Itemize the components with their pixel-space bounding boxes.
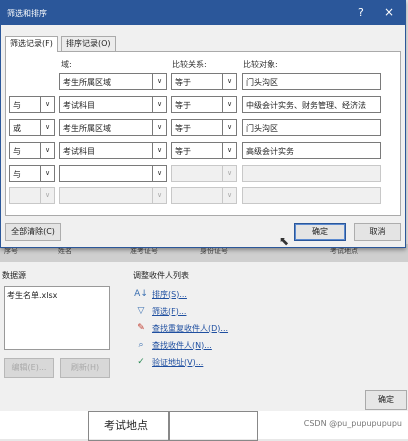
conjunction-combo[interactable]: 或 ∨	[9, 119, 55, 136]
cancel-button[interactable]: 取消	[354, 223, 401, 241]
adjust-list-label: 调整收件人列表	[133, 271, 189, 280]
field-combo[interactable]: 考试科目 ∨	[59, 96, 167, 113]
duplicate-icon: ✎	[137, 323, 145, 333]
conjunction-combo[interactable]: 与 ∨	[9, 142, 55, 159]
compare-to-input	[242, 165, 381, 182]
comparison-header: 比较关系:	[172, 60, 207, 69]
help-icon[interactable]: ?	[358, 6, 364, 19]
mouse-cursor-icon: ⬉	[279, 234, 290, 248]
conjunction-combo[interactable]: 与 ∨	[9, 96, 55, 113]
data-source-list[interactable]: 考生名单.xlsx	[4, 286, 110, 350]
chevron-down-icon: ∨	[222, 166, 236, 181]
chevron-down-icon[interactable]: ∨	[40, 120, 54, 135]
ok-button[interactable]: 确定	[294, 223, 346, 241]
chevron-down-icon[interactable]: ∨	[152, 120, 166, 135]
chevron-down-icon[interactable]: ∨	[40, 143, 54, 158]
conjunction-combo: ∨	[9, 187, 55, 204]
comparison-combo: ∨	[171, 165, 237, 182]
comparison-combo[interactable]: 等于 ∨	[171, 142, 237, 159]
comparison-combo[interactable]: 等于 ∨	[171, 73, 237, 90]
chevron-down-icon: ∨	[152, 188, 166, 203]
conjunction-combo[interactable]: 与 ∨	[9, 165, 55, 182]
data-source-item[interactable]: 考生名单.xlsx	[5, 287, 109, 304]
chevron-down-icon: ∨	[222, 188, 236, 203]
field-combo[interactable]: 考试科目 ∨	[59, 142, 167, 159]
find-duplicates-link[interactable]: ✎ 查找重复收件人(D)...	[135, 321, 228, 335]
compare-to-input	[242, 187, 381, 204]
compare-to-input[interactable]: 门头沟区	[242, 73, 381, 90]
find-recipient-link[interactable]: ⌕ 查找收件人(N)...	[135, 338, 211, 352]
compare-to-header: 比较对象:	[243, 60, 278, 69]
field-combo: ∨	[59, 187, 167, 204]
filter-link[interactable]: ▽ 筛选(F)...	[135, 304, 187, 318]
chevron-down-icon[interactable]: ∨	[222, 143, 236, 158]
back-ok-button[interactable]: 确定	[365, 390, 407, 410]
compare-to-input[interactable]: 高级会计实务	[242, 142, 381, 159]
field-header: 域:	[61, 60, 72, 69]
title-bar: 筛选和排序 ? ×	[1, 1, 405, 25]
data-source-label: 数据源	[2, 271, 26, 280]
chevron-down-icon[interactable]: ∨	[152, 166, 166, 181]
refresh-button[interactable]: 刷新(H)	[60, 358, 110, 378]
tab-filter-records[interactable]: 筛选记录(F)	[5, 36, 58, 52]
chevron-down-icon[interactable]: ∨	[152, 143, 166, 158]
tab-sort-records[interactable]: 排序记录(O)	[61, 36, 116, 51]
comparison-combo: ∨	[171, 187, 237, 204]
compare-to-input[interactable]: 门头沟区	[242, 119, 381, 136]
chevron-down-icon[interactable]: ∨	[222, 120, 236, 135]
chevron-down-icon[interactable]: ∨	[152, 74, 166, 89]
filter-icon: ▽	[137, 306, 145, 316]
dialog-title: 筛选和排序	[7, 9, 47, 18]
filter-sort-dialog: 筛选和排序 ? × 筛选记录(F) 排序记录(O) 域: 比较关系: 比较对象:…	[0, 0, 406, 248]
sort-link[interactable]: A↓ 排序(S)...	[134, 287, 187, 301]
chevron-down-icon[interactable]: ∨	[152, 97, 166, 112]
chevron-down-icon[interactable]: ∨	[40, 166, 54, 181]
field-combo[interactable]: ∨	[59, 165, 167, 182]
field-combo[interactable]: 考生所属区域 ∨	[59, 119, 167, 136]
chevron-down-icon[interactable]: ∨	[40, 97, 54, 112]
watermark: CSDN @pu_pupupupupu	[303, 419, 402, 428]
field-combo[interactable]: 考生所属区域 ∨	[59, 73, 167, 90]
sort-icon: A↓	[134, 289, 148, 299]
close-icon[interactable]: ×	[384, 5, 394, 19]
chevron-down-icon[interactable]: ∨	[222, 97, 236, 112]
validate-icon: ✓	[137, 357, 145, 367]
compare-to-input[interactable]: 中级会计实务、财务管理、经济法	[242, 96, 381, 113]
table-cell	[168, 411, 258, 441]
validate-address-link[interactable]: ✓ 验证地址(V)...	[135, 355, 203, 369]
clear-all-button[interactable]: 全部清除(C)	[5, 223, 61, 241]
chevron-down-icon[interactable]: ∨	[222, 74, 236, 89]
comparison-combo[interactable]: 等于 ∨	[171, 119, 237, 136]
find-icon: ⌕	[138, 340, 144, 350]
chevron-down-icon: ∨	[40, 188, 54, 203]
comparison-combo[interactable]: 等于 ∨	[171, 96, 237, 113]
exam-location-text: 考试地点	[104, 419, 148, 432]
edit-button[interactable]: 编辑(E)...	[4, 358, 54, 378]
